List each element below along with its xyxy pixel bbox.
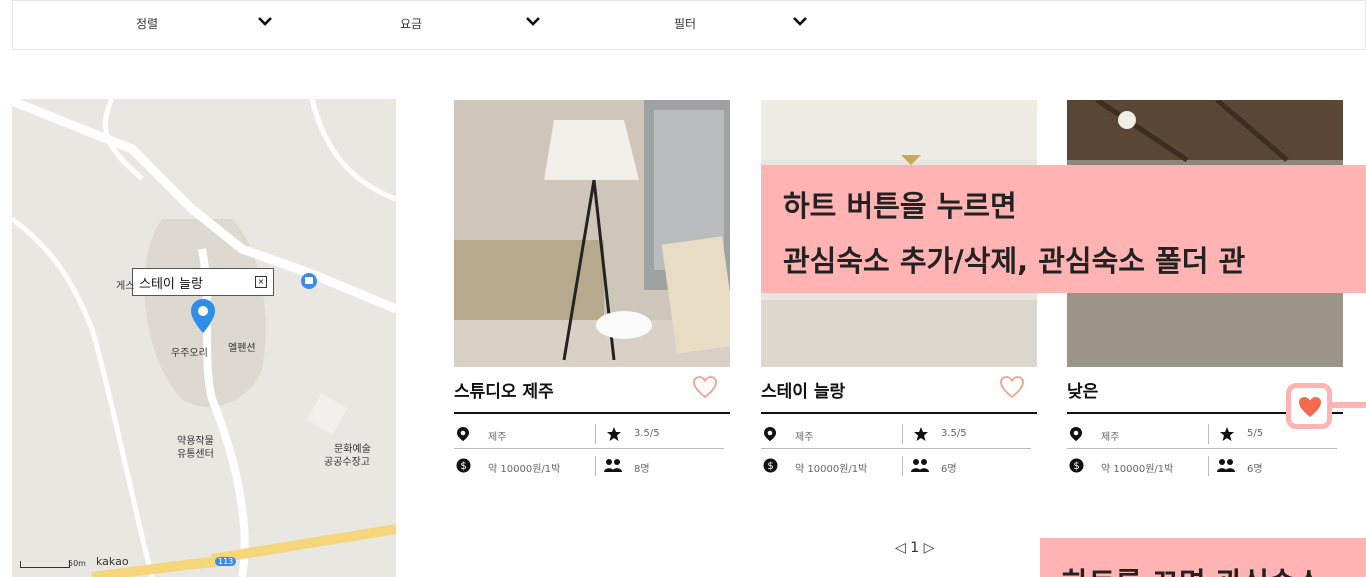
listing-title[interactable]: 스테이 늘랑 (761, 377, 845, 402)
chevron-down-icon[interactable] (792, 13, 808, 29)
star-icon (914, 427, 928, 441)
next-page-icon[interactable]: ▷ (924, 540, 935, 556)
info-row: 제주 3.5/5 (454, 420, 724, 449)
chevron-down-icon[interactable] (257, 13, 273, 29)
bus-route-badge: 113 (215, 557, 237, 566)
card-title-row: 스튜디오 제주 (454, 367, 730, 414)
chevron-down-icon[interactable] (525, 13, 541, 29)
location-text: 제주 (488, 432, 507, 443)
price-text: 약 10000원/1박 (1101, 464, 1174, 475)
annotation-line: 하트를 끄면 관심숙소 (1062, 560, 1322, 577)
listing-photo[interactable] (454, 100, 730, 367)
map-roads (12, 99, 396, 577)
map-place-label: 공공수장고 (324, 457, 370, 468)
dollar-icon: $ (1069, 458, 1084, 473)
map-place-label: 유통센터 (177, 449, 214, 460)
card-title-row: 스테이 늘랑 (761, 367, 1037, 414)
map-brand-logo: kakao (96, 555, 129, 568)
divider (1208, 424, 1209, 444)
svg-text:$: $ (767, 461, 773, 472)
marker-label: 스테이 늘랑 (139, 277, 203, 292)
location-text: 제주 (795, 432, 814, 443)
info-row: $ 약 10000원/1박 8명 (454, 452, 724, 480)
rating-text: 5/5 (1247, 428, 1264, 439)
rating-text: 3.5/5 (634, 428, 660, 439)
filter-sort-label[interactable]: 정렬 (136, 15, 158, 32)
pagination: ◁ 1 ▷ (895, 540, 934, 556)
annotation-callout: 하트 버튼을 누르면 관심숙소 추가/삭제, 관심숙소 폴더 관 (761, 165, 1366, 293)
svg-text:$: $ (1073, 461, 1079, 472)
capacity-text: 6명 (1247, 464, 1263, 475)
map-scale-bar (20, 561, 70, 568)
close-icon[interactable]: × (255, 276, 267, 288)
star-icon (607, 427, 621, 441)
map-marker-icon[interactable] (190, 298, 216, 334)
capacity-text: 6명 (941, 464, 957, 475)
info-row: $ 약 10000원/1박 6명 (761, 452, 1031, 480)
filter-price-label[interactable]: 요금 (400, 15, 422, 32)
users-icon (604, 459, 622, 472)
divider (1208, 456, 1209, 476)
map-info-window: 스테이 늘랑 × (132, 268, 274, 296)
divider (595, 424, 596, 444)
annotation-callout: 하트를 끄면 관심숙소 (1040, 538, 1366, 577)
map-scale-label: 50m (68, 559, 86, 568)
filter-bar: 정렬 요금 필터 (12, 0, 1366, 50)
heart-icon[interactable] (692, 375, 718, 399)
price-text: 약 10000원/1박 (795, 464, 868, 475)
listing-title[interactable]: 낮은 (1067, 377, 1098, 402)
svg-text:$: $ (460, 461, 466, 472)
users-icon (911, 459, 929, 472)
star-icon (1220, 427, 1234, 441)
dollar-icon: $ (763, 458, 778, 473)
bus-stop-icon[interactable] (300, 272, 318, 290)
rating-text: 3.5/5 (941, 428, 967, 439)
map-panel[interactable]: 스테이 늘랑 × 게스 우주오리 엘펜션 약용작물 유통센터 문화예술 공공수장… (12, 99, 396, 577)
capacity-text: 8명 (634, 464, 650, 475)
dollar-icon: $ (456, 458, 471, 473)
divider (902, 456, 903, 476)
annotation-line: 관심숙소 추가/삭제, 관심숙소 폴더 관 (783, 244, 1246, 278)
map-place-label: 우주오리 (171, 348, 208, 359)
location-pin-icon (457, 427, 469, 441)
map-place-label: 엘펜션 (228, 343, 256, 354)
annotation-pointer (1332, 402, 1366, 408)
prev-page-icon[interactable]: ◁ (895, 540, 906, 556)
divider (902, 424, 903, 444)
users-icon (1217, 459, 1235, 472)
location-text: 제주 (1101, 432, 1120, 443)
location-pin-icon (1070, 427, 1082, 441)
info-row: 제주 3.5/5 (761, 420, 1031, 449)
price-text: 약 10000원/1박 (488, 464, 561, 475)
divider (595, 456, 596, 476)
heart-icon[interactable] (1297, 395, 1323, 419)
current-page[interactable]: 1 (910, 540, 919, 556)
location-pin-icon (764, 427, 776, 441)
map-place-label: 게스 (116, 281, 135, 292)
heart-highlight (1286, 383, 1332, 429)
listing-title[interactable]: 스튜디오 제주 (454, 377, 554, 402)
annotation-line: 하트 버튼을 누르면 (783, 189, 1017, 223)
filter-filter-label[interactable]: 필터 (674, 15, 696, 32)
heart-icon[interactable] (999, 375, 1025, 399)
info-row: $ 약 10000원/1박 6명 (1067, 452, 1337, 480)
